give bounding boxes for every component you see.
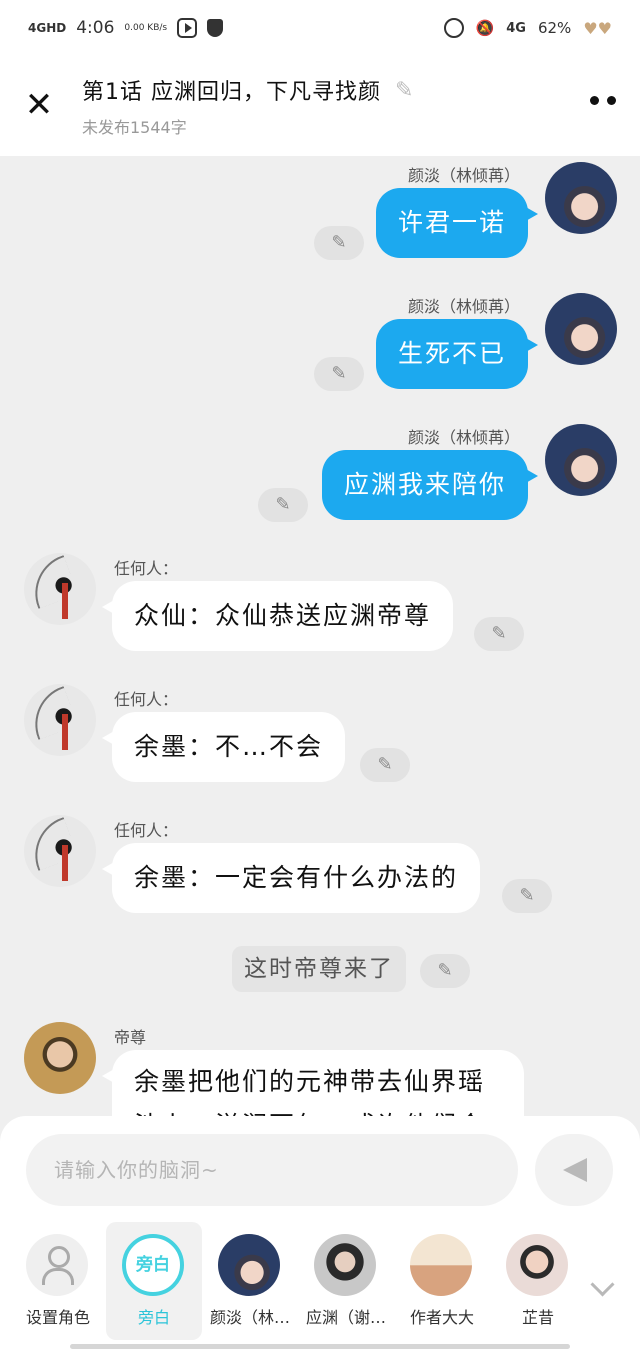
- status-bar: 4GHD 4:06 0.00 KB/s 🔕 4G 62% ♥♥: [0, 0, 640, 56]
- role-avatar: [314, 1234, 376, 1296]
- speaker-name: 颜淡（林倾苒）: [407, 297, 520, 316]
- edit-message-button[interactable]: ✎: [474, 617, 524, 651]
- avatar-yandan[interactable]: [545, 424, 617, 496]
- speaker-name: 帝尊: [114, 1028, 147, 1047]
- edit-message-button[interactable]: ✎: [360, 748, 410, 782]
- role-avatar: [506, 1234, 568, 1296]
- network-speed: 0.00 KB/s: [124, 23, 168, 33]
- avatar-dizun[interactable]: [24, 1022, 96, 1094]
- narration-icon: 旁白: [122, 1234, 184, 1296]
- role-avatar: [218, 1234, 280, 1296]
- title-block: 第1话 应渊回归，下凡寻找颜 ✎ 未发布1544字: [82, 74, 414, 138]
- message-input[interactable]: 请输入你的脑洞~: [26, 1134, 518, 1206]
- battery-level: 62%: [537, 19, 572, 37]
- role-label: 设置角色: [25, 1308, 90, 1327]
- mute-bell-icon: 🔕: [475, 19, 495, 37]
- speaker-name: 颜淡（林倾苒）: [407, 428, 520, 447]
- edit-message-button[interactable]: ✎: [314, 357, 364, 391]
- role-label: 芷昔: [521, 1308, 554, 1327]
- chapter-title-row[interactable]: 第1话 应渊回归，下凡寻找颜 ✎: [82, 74, 414, 106]
- chevron-down-icon[interactable]: [590, 1276, 616, 1302]
- shield-icon: [207, 19, 224, 37]
- message-bubble[interactable]: 余墨：一定会有什么办法的: [101, 843, 481, 913]
- message-bubble[interactable]: 众仙：众仙恭送应渊帝尊: [101, 581, 454, 651]
- nav-gesture-bar: [70, 1344, 570, 1349]
- role-avatar: [410, 1234, 472, 1296]
- speaker-name: 任何人：: [114, 821, 179, 840]
- speaker-name: 任何人：: [114, 559, 179, 578]
- role-label: 旁白: [137, 1308, 170, 1327]
- role-yandan[interactable]: 颜淡（林…: [202, 1222, 298, 1340]
- edit-title-icon[interactable]: ✎: [395, 78, 414, 103]
- role-label: 颜淡（林…: [209, 1308, 290, 1327]
- message-bubble[interactable]: 许君一诺: [375, 188, 539, 258]
- message-bubble[interactable]: 应渊我来陪你: [321, 450, 539, 520]
- chat-list[interactable]: 颜淡（林倾苒） 许君一诺 ✎ 颜淡（林倾苒） 生死不已 ✎ 颜淡（林倾苒） 应渊…: [0, 156, 640, 1116]
- edit-message-button[interactable]: ✎: [314, 226, 364, 260]
- speaker-name: 任何人：: [114, 690, 179, 709]
- avatar-yandan[interactable]: [545, 162, 617, 234]
- message-bubble[interactable]: 余墨：不…不会: [101, 712, 346, 782]
- role-label: 作者大大: [409, 1308, 474, 1327]
- avatar-anyone[interactable]: [24, 553, 96, 625]
- network-type: 4G: [506, 20, 526, 36]
- composer-panel: 请输入你的脑洞~ 设置角色 旁白 旁白 颜淡（林… 应渊（谢… 作者大大 芷昔: [0, 1116, 640, 1351]
- message-bubble[interactable]: 生死不已: [375, 319, 539, 389]
- user-settings-icon: [26, 1234, 88, 1296]
- role-yingyuan[interactable]: 应渊（谢…: [298, 1222, 394, 1340]
- role-narration[interactable]: 旁白 旁白: [106, 1222, 202, 1340]
- send-button[interactable]: [535, 1134, 613, 1206]
- close-button[interactable]: ✕: [22, 88, 56, 122]
- avatar-yandan[interactable]: [545, 293, 617, 365]
- media-play-icon: [177, 18, 198, 38]
- role-set-characters[interactable]: 设置角色: [10, 1222, 106, 1340]
- dot-icon: [590, 96, 599, 105]
- editor-header: ✕ 第1话 应渊回归，下凡寻找颜 ✎ 未发布1544字: [0, 56, 640, 156]
- role-zhixi[interactable]: 芷昔: [490, 1222, 586, 1340]
- dot-icon: [607, 96, 616, 105]
- narration-bubble[interactable]: 这时帝尊来了: [232, 946, 406, 992]
- signal-indicator: 4GHD: [28, 21, 67, 35]
- role-label: 应渊（谢…: [305, 1308, 386, 1327]
- hearts-icon: ♥♥: [583, 18, 612, 38]
- avatar-anyone[interactable]: [24, 815, 96, 887]
- speaker-name: 颜淡（林倾苒）: [407, 166, 520, 185]
- message-bubble[interactable]: 余墨把他们的元神带去仙界瑶池上，滋润百年，或许他们会: [102, 1050, 524, 1116]
- role-selector[interactable]: 设置角色 旁白 旁白 颜淡（林… 应渊（谢… 作者大大 芷昔: [0, 1222, 640, 1342]
- more-options-button[interactable]: [590, 96, 616, 105]
- publish-status: 未发布1544字: [82, 118, 187, 137]
- edit-message-button[interactable]: ✎: [502, 879, 552, 913]
- status-time: 4:06: [76, 18, 115, 38]
- avatar-anyone[interactable]: [24, 684, 96, 756]
- edit-message-button[interactable]: ✎: [258, 488, 308, 522]
- alarm-icon: [443, 18, 464, 38]
- role-author[interactable]: 作者大大: [394, 1222, 490, 1340]
- chapter-title[interactable]: 第1话 应渊回归，下凡寻找颜: [82, 74, 381, 106]
- edit-message-button[interactable]: ✎: [420, 954, 470, 988]
